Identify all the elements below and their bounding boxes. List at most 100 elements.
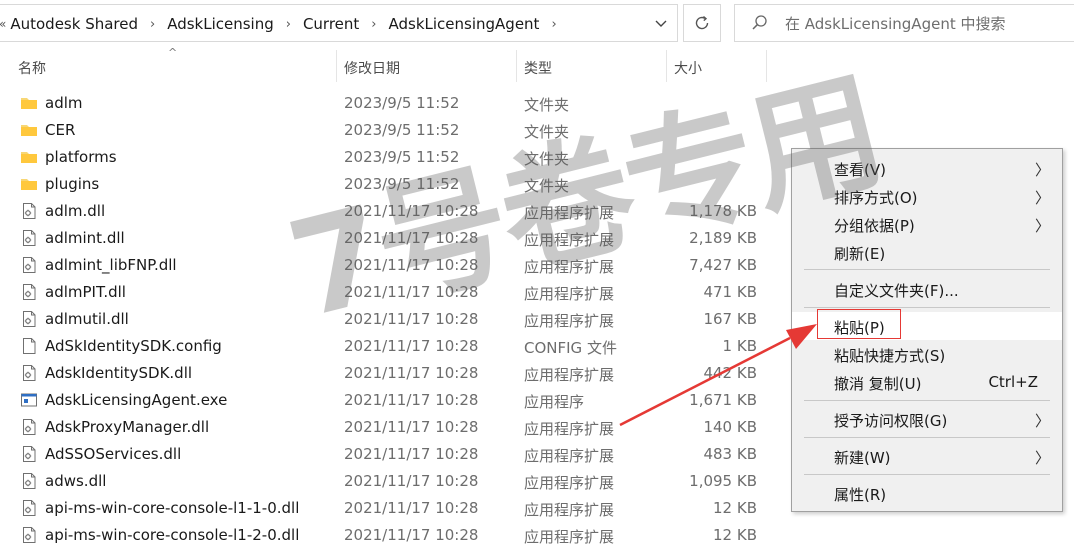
address-history-dropdown[interactable] xyxy=(649,13,673,35)
file-row[interactable]: api-ms-win-core-console-l1-2-0.dll 2021/1… xyxy=(0,522,780,549)
file-date: 2021/11/17 10:28 xyxy=(344,526,479,544)
file-name: adlmint_libFNP.dll xyxy=(45,256,177,274)
file-type: 应用程序扩展 xyxy=(524,285,615,303)
folder-icon xyxy=(20,175,38,193)
column-divider[interactable] xyxy=(516,50,517,82)
file-row[interactable]: adlmint_libFNP.dll 2021/11/17 10:28 应用程序扩展… xyxy=(0,252,780,279)
breadcrumb-item-autodesk-shared[interactable]: Autodesk Shared xyxy=(10,15,138,33)
column-header-type[interactable]: 类型 xyxy=(524,58,552,78)
dll-file-icon xyxy=(20,364,38,382)
file-row[interactable]: AdSSOServices.dll 2021/11/17 10:28 应用程序扩展 4… xyxy=(0,441,780,468)
menu-item-label: 授予访问权限(G) xyxy=(834,412,948,430)
file-type: CONFIG 文件 xyxy=(524,339,617,357)
file-name: adlmutil.dll xyxy=(45,310,129,328)
address-bar[interactable]: « Autodesk Shared › AdskLicensing › Curr… xyxy=(0,4,678,42)
file-row[interactable]: AdskIdentitySDK.dll 2021/11/17 10:28 应用程序扩… xyxy=(0,360,780,387)
file-name: adlm.dll xyxy=(45,202,106,220)
search-box[interactable]: 在 AdskLicensingAgent 中搜索 xyxy=(734,4,1074,42)
file-row[interactable]: AdSkIdentitySDK.config 2021/11/17 10:28 CO… xyxy=(0,333,780,360)
menu-item-undo-copy[interactable]: 撤消 复制(U) Ctrl+Z xyxy=(792,368,1062,396)
column-header-date[interactable]: 修改日期 xyxy=(344,58,400,78)
file-type: 应用程序扩展 xyxy=(524,528,615,546)
column-divider[interactable] xyxy=(336,50,337,82)
file-row[interactable]: adlmPIT.dll 2021/11/17 10:28 应用程序扩展 471 KB xyxy=(0,279,780,306)
breadcrumb-chevron-icon[interactable]: › xyxy=(138,17,167,32)
file-row[interactable]: AdskProxyManager.dll 2021/11/17 10:28 应用程序… xyxy=(0,414,780,441)
folder-icon xyxy=(20,148,38,166)
file-row[interactable]: adlmutil.dll 2021/11/17 10:28 应用程序扩展 167 KB xyxy=(0,306,780,333)
file-row[interactable]: adlmint.dll 2021/11/17 10:28 应用程序扩展 2,189 K… xyxy=(0,225,780,252)
file-row[interactable]: adws.dll 2021/11/17 10:28 应用程序扩展 1,095 KB xyxy=(0,468,780,495)
refresh-button[interactable] xyxy=(683,4,721,42)
file-name: adlmPIT.dll xyxy=(45,283,126,301)
file-type: 应用程序扩展 xyxy=(524,312,615,330)
folder-icon xyxy=(20,121,38,139)
file-date: 2021/11/17 10:28 xyxy=(344,418,479,436)
file-date: 2023/9/5 11:52 xyxy=(344,121,460,139)
column-header-name[interactable]: 名称 xyxy=(18,58,46,78)
file-date: 2021/11/17 10:28 xyxy=(344,499,479,517)
file-type: 文件夹 xyxy=(524,96,570,114)
file-size: 12 KB xyxy=(713,526,757,544)
breadcrumb-item-current[interactable]: Current xyxy=(303,15,359,33)
chevron-right-icon: 〉 xyxy=(1034,449,1050,467)
breadcrumb-item-adsklicensingagent[interactable]: AdskLicensingAgent xyxy=(389,15,540,33)
dll-file-icon xyxy=(20,310,38,328)
file-name: AdSkIdentitySDK.config xyxy=(45,337,222,355)
menu-separator xyxy=(804,269,1050,270)
menu-item-label: 查看(V) xyxy=(834,161,886,179)
file-name: AdSSOServices.dll xyxy=(45,445,182,463)
refresh-icon xyxy=(695,15,709,30)
file-date: 2023/9/5 11:52 xyxy=(344,175,460,193)
file-type: 应用程序扩展 xyxy=(524,204,615,222)
menu-item-shortcut: Ctrl+Z xyxy=(988,373,1038,391)
file-row[interactable]: AdskLicensingAgent.exe 2021/11/17 10:28 应用… xyxy=(0,387,780,414)
breadcrumb-chevron-icon[interactable]: › xyxy=(359,17,388,32)
menu-item-new[interactable]: 新建(W) 〉 xyxy=(792,442,1062,470)
chevron-right-icon: 〉 xyxy=(1034,189,1050,207)
file-type: 文件夹 xyxy=(524,150,570,168)
address-bar-row: « Autodesk Shared › AdskLicensing › Curr… xyxy=(0,0,1074,46)
menu-item-grant-access[interactable]: 授予访问权限(G) 〉 xyxy=(792,405,1062,433)
file-size: 1,178 KB xyxy=(689,202,757,220)
column-divider[interactable] xyxy=(666,50,667,82)
file-date: 2021/11/17 10:28 xyxy=(344,283,479,301)
file-row[interactable]: CER 2023/9/5 11:52 文件夹 xyxy=(0,117,780,144)
menu-item-view[interactable]: 查看(V) 〉 xyxy=(792,154,1062,182)
file-size: 1,671 KB xyxy=(689,391,757,409)
file-row[interactable]: api-ms-win-core-console-l1-1-0.dll 2021/1… xyxy=(0,495,780,522)
breadcrumb-overflow-icon[interactable]: « xyxy=(0,17,10,31)
breadcrumb-item-adsklicensing[interactable]: AdskLicensing xyxy=(167,15,274,33)
file-name: AdskLicensingAgent.exe xyxy=(45,391,228,409)
menu-item-sort-by[interactable]: 排序方式(O) 〉 xyxy=(792,182,1062,210)
exe-file-icon xyxy=(20,391,38,409)
breadcrumb-chevron-icon[interactable]: › xyxy=(274,17,303,32)
column-header-size[interactable]: 大小 xyxy=(674,58,702,78)
menu-item-refresh[interactable]: 刷新(E) xyxy=(792,238,1062,266)
menu-item-properties[interactable]: 属性(R) xyxy=(792,479,1062,507)
search-icon xyxy=(751,14,771,32)
sort-ascending-icon: ^ xyxy=(168,46,178,59)
file-name: CER xyxy=(45,121,76,139)
file-date: 2021/11/17 10:28 xyxy=(344,229,479,247)
file-row[interactable]: platforms 2023/9/5 11:52 文件夹 xyxy=(0,144,780,171)
search-input[interactable]: 在 AdskLicensingAgent 中搜索 xyxy=(785,13,1005,34)
dll-file-icon xyxy=(20,499,38,517)
annotation-highlight-box xyxy=(817,309,901,339)
menu-item-customize-folder[interactable]: 自定义文件夹(F)... xyxy=(792,275,1062,303)
dll-file-icon xyxy=(20,445,38,463)
menu-item-group-by[interactable]: 分组依据(P) 〉 xyxy=(792,210,1062,238)
column-header: 名称 修改日期 类型 大小 xyxy=(0,46,770,86)
file-row[interactable]: plugins 2023/9/5 11:52 文件夹 xyxy=(0,171,780,198)
dll-file-icon xyxy=(20,418,38,436)
column-divider[interactable] xyxy=(766,50,767,82)
breadcrumb-chevron-icon[interactable]: › xyxy=(539,17,568,32)
menu-separator xyxy=(804,474,1050,475)
file-row[interactable]: adlm 2023/9/5 11:52 文件夹 xyxy=(0,90,780,117)
menu-separator xyxy=(804,400,1050,401)
file-date: 2023/9/5 11:52 xyxy=(344,94,460,112)
file-size: 167 KB xyxy=(703,310,757,328)
menu-item-paste-shortcut[interactable]: 粘贴快捷方式(S) xyxy=(792,340,1062,368)
file-row[interactable]: adlm.dll 2021/11/17 10:28 应用程序扩展 1,178 KB xyxy=(0,198,780,225)
chevron-down-icon xyxy=(655,20,667,27)
